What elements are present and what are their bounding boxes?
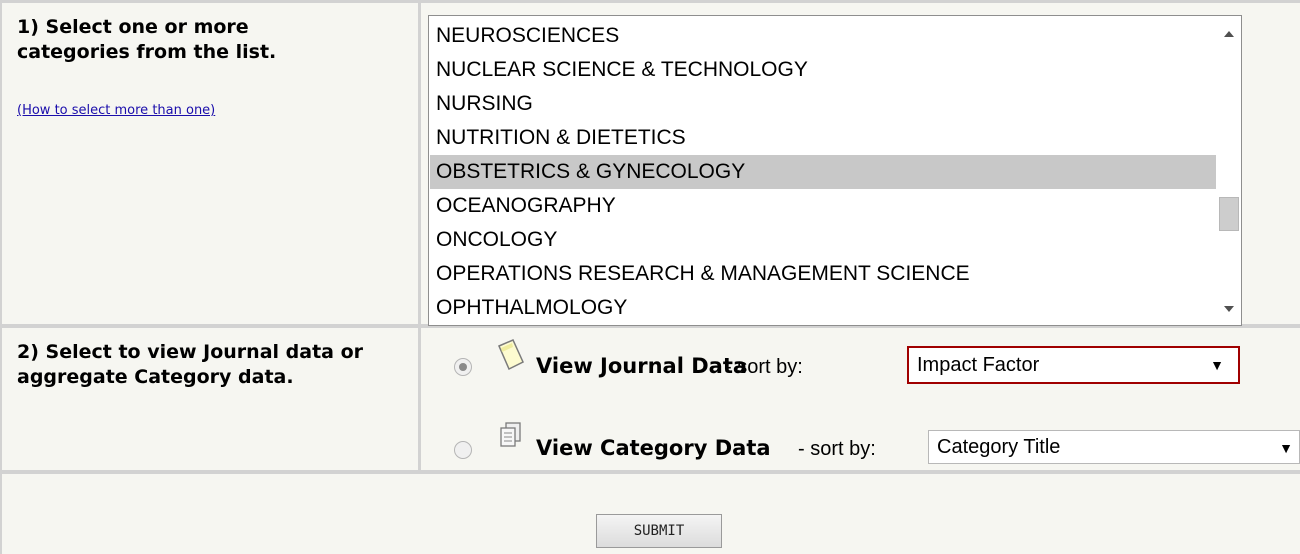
- category-sort-select[interactable]: Category Title ▼: [928, 430, 1300, 464]
- how-to-select-link[interactable]: (How to select more than one): [17, 103, 215, 118]
- submit-button[interactable]: SUBMIT: [596, 514, 722, 548]
- chevron-down-icon: ▼: [1210, 357, 1224, 373]
- category-pages-icon: [494, 420, 528, 458]
- scroll-thumb[interactable]: [1219, 197, 1239, 231]
- step1-label: 1) Select one or more categories from th…: [17, 16, 277, 63]
- listbox-scrollbar[interactable]: [1217, 16, 1241, 325]
- chevron-down-icon: ▼: [1279, 440, 1293, 456]
- category-sort-value: Category Title: [937, 436, 1061, 458]
- list-option[interactable]: NUTRITION & DIETETICS: [430, 121, 1216, 155]
- list-option[interactable]: OPHTHALMOLOGY: [430, 291, 1216, 325]
- journal-page-icon: [495, 338, 527, 376]
- scroll-down-arrow-icon[interactable]: [1224, 306, 1234, 312]
- list-option[interactable]: OPERATIONS RESEARCH & MANAGEMENT SCIENCE: [430, 257, 1216, 291]
- journal-sort-value: Impact Factor: [917, 354, 1040, 376]
- step2-label: 2) Select to view Journal data or aggreg…: [17, 341, 364, 388]
- scroll-up-arrow-icon[interactable]: [1224, 31, 1234, 37]
- journal-sort-by-label: - sort by:: [725, 356, 803, 378]
- list-option-selected[interactable]: OBSTETRICS & GYNECOLOGY: [430, 155, 1216, 189]
- journal-data-radio[interactable]: [454, 358, 472, 376]
- category-listbox[interactable]: NEUROSCIENCES NUCLEAR SCIENCE & TECHNOLO…: [428, 15, 1242, 326]
- category-sort-by-label: - sort by:: [798, 438, 876, 460]
- view-journal-data-label: View Journal Data: [536, 354, 748, 378]
- list-option[interactable]: NEUROSCIENCES: [430, 19, 1216, 53]
- step2-label-cell: 2) Select to view Journal data or aggreg…: [2, 328, 418, 470]
- list-option[interactable]: NURSING: [430, 87, 1216, 121]
- category-data-radio[interactable]: [454, 441, 472, 459]
- journal-sort-select[interactable]: Impact Factor ▼: [907, 346, 1240, 384]
- list-option[interactable]: ONCOLOGY: [430, 223, 1216, 257]
- view-category-data-label: View Category Data: [536, 436, 771, 460]
- list-option[interactable]: NUCLEAR SCIENCE & TECHNOLOGY: [430, 53, 1216, 87]
- step1-label-cell: 1) Select one or more categories from th…: [2, 3, 418, 324]
- list-option[interactable]: OCEANOGRAPHY: [430, 189, 1216, 223]
